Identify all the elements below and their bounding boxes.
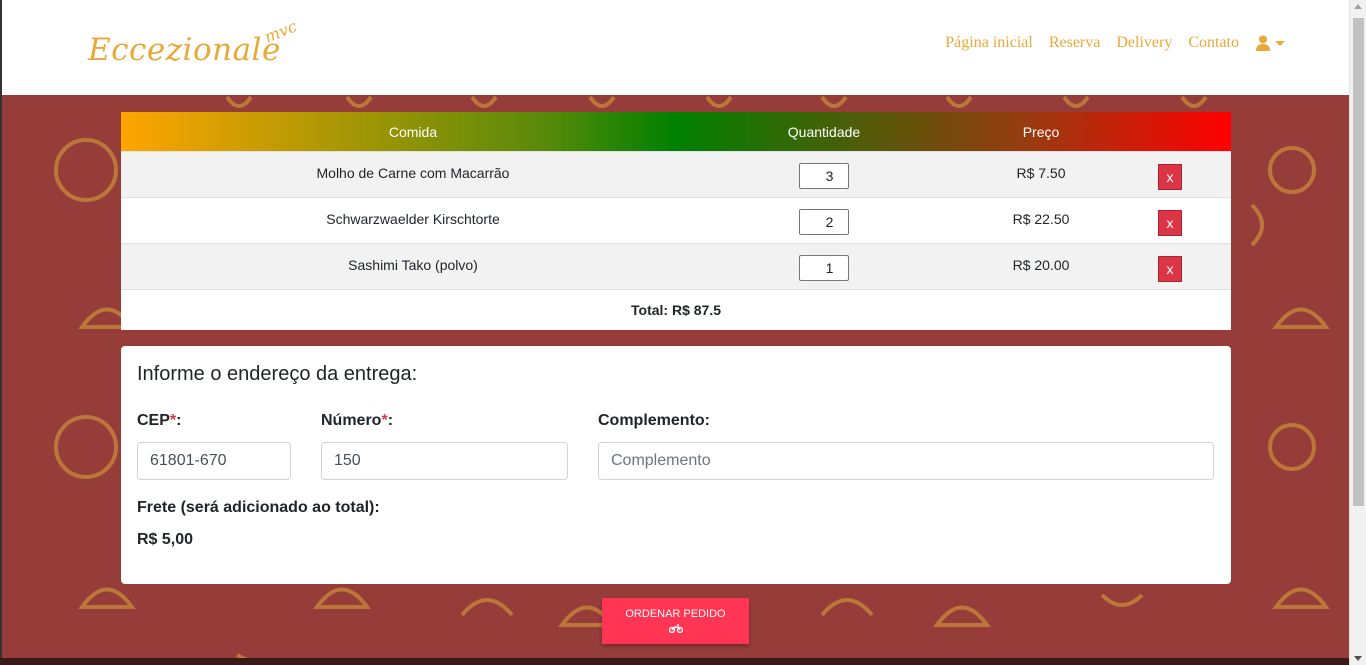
price: R$ 20.00	[1012, 257, 1070, 273]
food-name: Schwarzwaelder Kirschtorte	[326, 211, 500, 227]
label-colon: :	[387, 412, 394, 429]
cep-label-text: CEP	[137, 412, 170, 429]
quantity-cell: 3	[705, 152, 943, 189]
main-nav: Página inicial Reserva Delivery Contato	[929, 34, 1285, 52]
delivery-address-card: Informe o endereço da entrega: CEP*: 618…	[121, 346, 1231, 584]
cart-table-header: Comida Quantidade Preço	[121, 112, 1231, 151]
motorcycle-icon	[668, 624, 683, 633]
table-row: Molho de Carne com Macarrão 3 R$ 7.50 x	[121, 151, 1231, 197]
place-order-label: ORDENAR PEDIDO	[625, 608, 726, 620]
quantity-input[interactable]: 3	[799, 163, 849, 189]
remove-cell: x	[1139, 244, 1231, 282]
cep-label: CEP*:	[137, 412, 181, 430]
remove-cell: x	[1139, 198, 1231, 236]
remove-cell: x	[1139, 152, 1231, 190]
chevron-down-icon	[1275, 40, 1285, 46]
site-header: Eccezionale mvc Página inicial Reserva D…	[2, 0, 1349, 95]
label-colon: :	[176, 412, 182, 429]
complemento-label: Complemento:	[598, 412, 710, 429]
freight-value: R$ 5,00	[137, 531, 194, 548]
brand-logo[interactable]: Eccezionale mvc	[88, 16, 312, 82]
bottom-edge	[0, 658, 1349, 665]
nav-contact-link[interactable]: Contato	[1188, 34, 1239, 52]
table-row: Schwarzwaelder Kirschtorte 2 R$ 22.50 x	[121, 197, 1231, 243]
quantity-cell: 2	[705, 198, 943, 235]
quantity-input[interactable]: 1	[799, 255, 849, 281]
price: R$ 7.50	[1016, 165, 1066, 181]
address-title: Informe o endereço da entrega:	[137, 363, 418, 385]
logo-text: Eccezionale	[88, 32, 281, 68]
cart-rows: Molho de Carne com Macarrão 3 R$ 7.50 x …	[121, 151, 1231, 289]
nav-delivery-link[interactable]: Delivery	[1116, 34, 1172, 52]
user-menu-toggle[interactable]	[1255, 35, 1285, 51]
cart-table: Comida Quantidade Preço Molho de Carne c…	[121, 112, 1231, 330]
remove-item-button[interactable]: x	[1158, 256, 1182, 282]
numero-input[interactable]: 150	[321, 442, 568, 480]
column-header-food: Comida	[388, 123, 438, 140]
remove-item-button[interactable]: x	[1158, 210, 1182, 236]
freight-label: Frete (será adicionado ao total):	[137, 499, 380, 516]
remove-item-button[interactable]: x	[1158, 164, 1182, 190]
food-name: Sashimi Tako (polvo)	[348, 257, 478, 273]
table-row: Sashimi Tako (polvo) 1 R$ 20.00 x	[121, 243, 1231, 289]
scrollbar-thumb[interactable]	[1353, 18, 1364, 506]
user-icon	[1256, 35, 1270, 51]
quantity-input[interactable]: 2	[799, 209, 849, 235]
quantity-cell: 1	[705, 244, 943, 281]
numero-label: Número*:	[321, 412, 393, 430]
column-header-price: Preço	[1022, 123, 1060, 140]
place-order-button[interactable]: ORDENAR PEDIDO	[602, 598, 749, 644]
scroll-up-arrow-icon[interactable]	[1354, 4, 1362, 9]
column-header-quantity: Quantidade	[787, 123, 861, 140]
complemento-input[interactable]: Complemento	[598, 442, 1214, 480]
nav-reservation-link[interactable]: Reserva	[1049, 34, 1101, 52]
nav-home-link[interactable]: Página inicial	[945, 34, 1033, 52]
price: R$ 22.50	[1012, 211, 1070, 227]
numero-label-text: Número	[321, 412, 382, 429]
vertical-scrollbar[interactable]	[1349, 0, 1366, 665]
cart-total: Total: R$ 87.5	[121, 289, 1231, 329]
cep-input[interactable]: 61801-670	[137, 442, 291, 480]
food-name: Molho de Carne com Macarrão	[316, 165, 510, 181]
scroll-down-arrow-icon[interactable]	[1354, 656, 1362, 661]
